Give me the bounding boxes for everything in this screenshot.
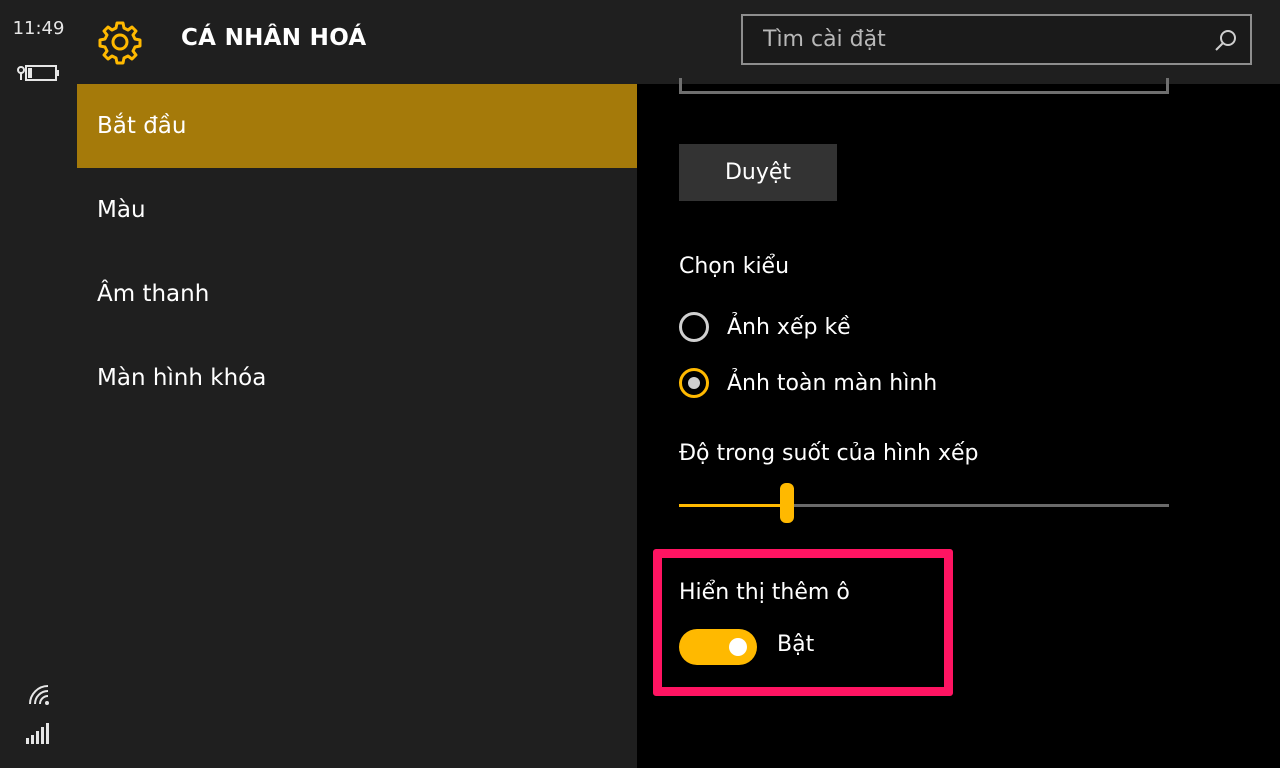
sidebar-item-colors[interactable]: Màu [77, 168, 637, 252]
highlight-box [653, 549, 953, 696]
style-label: Chọn kiểu [679, 254, 790, 279]
radio-option-fullscreen[interactable]: Ảnh toàn màn hình [679, 365, 937, 401]
radio-label: Ảnh toàn màn hình [727, 370, 938, 396]
page-title: CÁ NHÂN HOÁ [181, 25, 367, 51]
sidebar-item-sounds[interactable]: Âm thanh [77, 252, 637, 336]
radio-option-tile[interactable]: Ảnh xếp kề [679, 309, 851, 345]
radio-button-selected[interactable] [679, 368, 709, 398]
battery-icon [16, 62, 60, 88]
wifi-icon [28, 684, 52, 712]
toggle-state-label: Bật [777, 632, 815, 657]
status-time: 11:49 [12, 18, 65, 39]
settings-content: Duyệt Chọn kiểu Ảnh xếp kề Ảnh toàn màn … [637, 78, 1280, 768]
slider-fill [679, 504, 787, 507]
gear-icon [97, 19, 143, 69]
sidebar-item-lock-screen[interactable]: Màn hình khóa [77, 336, 637, 420]
search-icon[interactable] [1214, 28, 1238, 56]
app-header: CÁ NHÂN HOÁ [77, 0, 1280, 84]
toggle-knob [729, 638, 747, 656]
transparency-label: Độ trong suốt của hình xếp [679, 441, 979, 466]
radio-button[interactable] [679, 312, 709, 342]
search-box[interactable] [741, 14, 1252, 65]
more-tiles-label: Hiển thị thêm ô [679, 580, 850, 605]
browse-button[interactable]: Duyệt [679, 144, 837, 201]
status-bar: 11:49 [0, 0, 77, 768]
transparency-slider[interactable] [679, 483, 1169, 523]
image-preview-box [679, 78, 1169, 94]
more-tiles-toggle[interactable] [679, 629, 757, 665]
sidebar-nav: Bắt đầu Màu Âm thanh Màn hình khóa [77, 84, 637, 768]
search-input[interactable] [743, 16, 1203, 63]
radio-label: Ảnh xếp kề [727, 314, 851, 340]
sidebar-item-start[interactable]: Bắt đầu [77, 84, 637, 168]
slider-thumb[interactable] [779, 483, 794, 523]
signal-icon [26, 722, 52, 748]
